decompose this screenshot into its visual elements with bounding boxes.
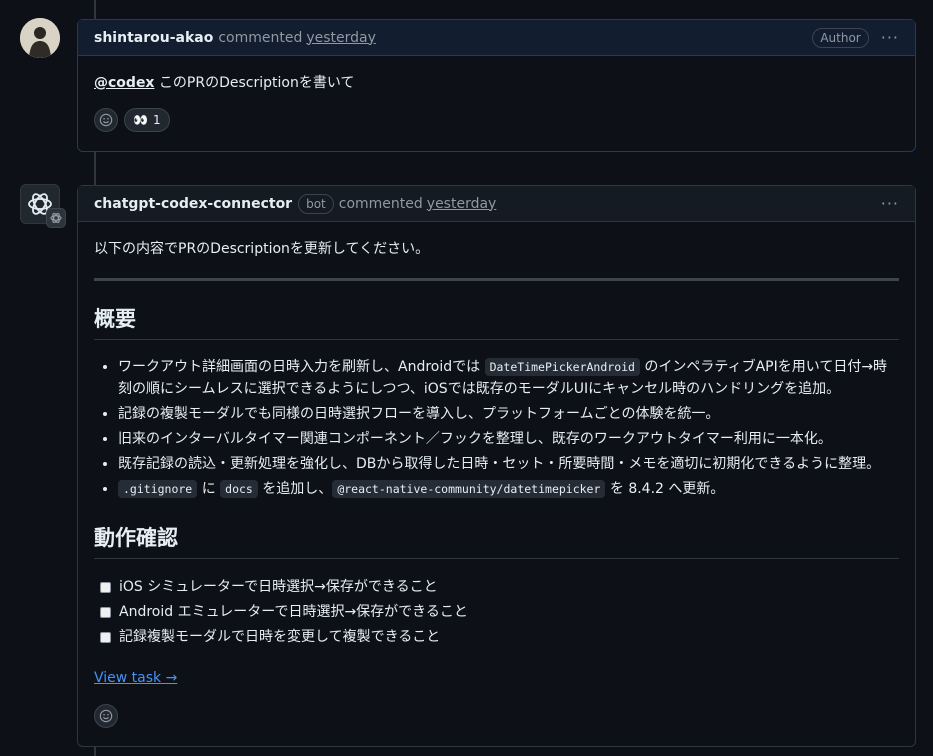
comment-body: 以下の内容でPRのDescriptionを更新してください。 概要 ワークアウト… [78,222,915,744]
horizontal-rule [94,278,899,281]
comment-action: commented [218,29,303,46]
comment-card-author: shintarou-akao commented yesterday Autho… [77,19,916,152]
list-item: ワークアウト詳細画面の日時入力を刷新し、Androidでは DateTimePi… [118,356,899,400]
task-list: iOS シミュレーターで日時選択→保存ができること Android エミュレータ… [94,575,899,649]
reaction-count: 1 [152,113,161,127]
list-text: ワークアウト詳細画面の日時入力を刷新し、Androidでは [118,359,485,375]
eyes-emoji-icon: 👀 [133,113,148,127]
mention-link[interactable]: @codex [94,75,154,91]
comment-text: @codex このPRのDescriptionを書いて [94,72,899,92]
bot-overlay-icon [46,208,66,228]
person-photo-icon [20,18,60,58]
task-item: Android エミュレーターで日時選択→保存ができること [100,600,899,624]
comment-card-bot: chatgpt-codex-connector bot commented ye… [77,185,916,747]
comment-author[interactable]: chatgpt-codex-connector [94,196,292,212]
list-text: に [197,481,221,497]
inline-code: .gitignore [118,480,198,498]
list-text: を 8.4.2 へ更新。 [605,481,725,497]
intro-text: 以下の内容でPRのDescriptionを更新してください。 [94,241,430,257]
task-label: Android エミュレーターで日時選択→保存ができること [119,604,468,620]
comment-message: このPRのDescriptionを書いて [154,75,355,91]
inline-code: @react-native-community/datetimepicker [332,480,606,498]
comment-header: shintarou-akao commented yesterday Autho… [78,20,915,56]
list-item: 記録の複製モーダルでも同様の日時選択フローを導入し、プラットフォームごとの体験を… [118,403,899,425]
task-label: 記録複製モーダルで日時を変更して複製できること [119,629,441,645]
task-checkbox[interactable] [100,631,111,643]
reactions-bar: 👀 1 [94,108,899,132]
list-item: 既存記録の読込・更新処理を強化し、DBから取得した日時・セット・所要時間・メモを… [118,453,899,475]
smiley-icon [99,709,113,723]
add-reaction-button[interactable] [94,704,118,728]
openai-small-icon [50,212,62,224]
overview-list: ワークアウト詳細画面の日時入力を刷新し、Androidでは DateTimePi… [94,356,899,500]
add-reaction-button[interactable] [94,108,118,132]
user-avatar[interactable] [20,18,60,58]
comment-timestamp[interactable]: yesterday [306,30,376,46]
eyes-reaction-button[interactable]: 👀 1 [124,108,170,132]
section-heading-overview: 概要 [94,303,899,340]
comment-body: @codex このPRのDescriptionを書いて 👀 1 [78,56,915,148]
author-badge: Author [812,27,869,48]
section-heading-verification: 動作確認 [94,522,899,559]
task-item: 記録複製モーダルで日時を変更して複製できること [100,625,899,649]
bot-badge: bot [298,193,334,214]
task-label: iOS シミュレーターで日時選択→保存ができること [119,579,438,595]
task-checkbox[interactable] [100,606,111,618]
comment-timestamp[interactable]: yesterday [427,196,497,212]
list-item: .gitignore に docs を追加し、@react-native-com… [118,478,899,500]
kebab-menu-icon[interactable]: ··· [881,28,899,47]
list-text: を追加し、 [257,481,333,497]
inline-code: docs [220,480,258,498]
smiley-icon [99,113,113,127]
task-item: iOS シミュレーターで日時選択→保存ができること [100,575,899,599]
task-checkbox[interactable] [100,581,111,593]
list-item: 旧来のインターバルタイマー関連コンポーネント／フックを整理し、既存のワークアウト… [118,428,899,450]
comment-header: chatgpt-codex-connector bot commented ye… [78,186,915,222]
kebab-menu-icon[interactable]: ··· [881,194,899,213]
comment-action: commented [338,195,423,212]
reactions-bar [94,704,899,728]
view-task-link[interactable]: View task → [94,670,177,686]
comment-author[interactable]: shintarou-akao [94,30,213,46]
inline-code: DateTimePickerAndroid [484,358,640,376]
